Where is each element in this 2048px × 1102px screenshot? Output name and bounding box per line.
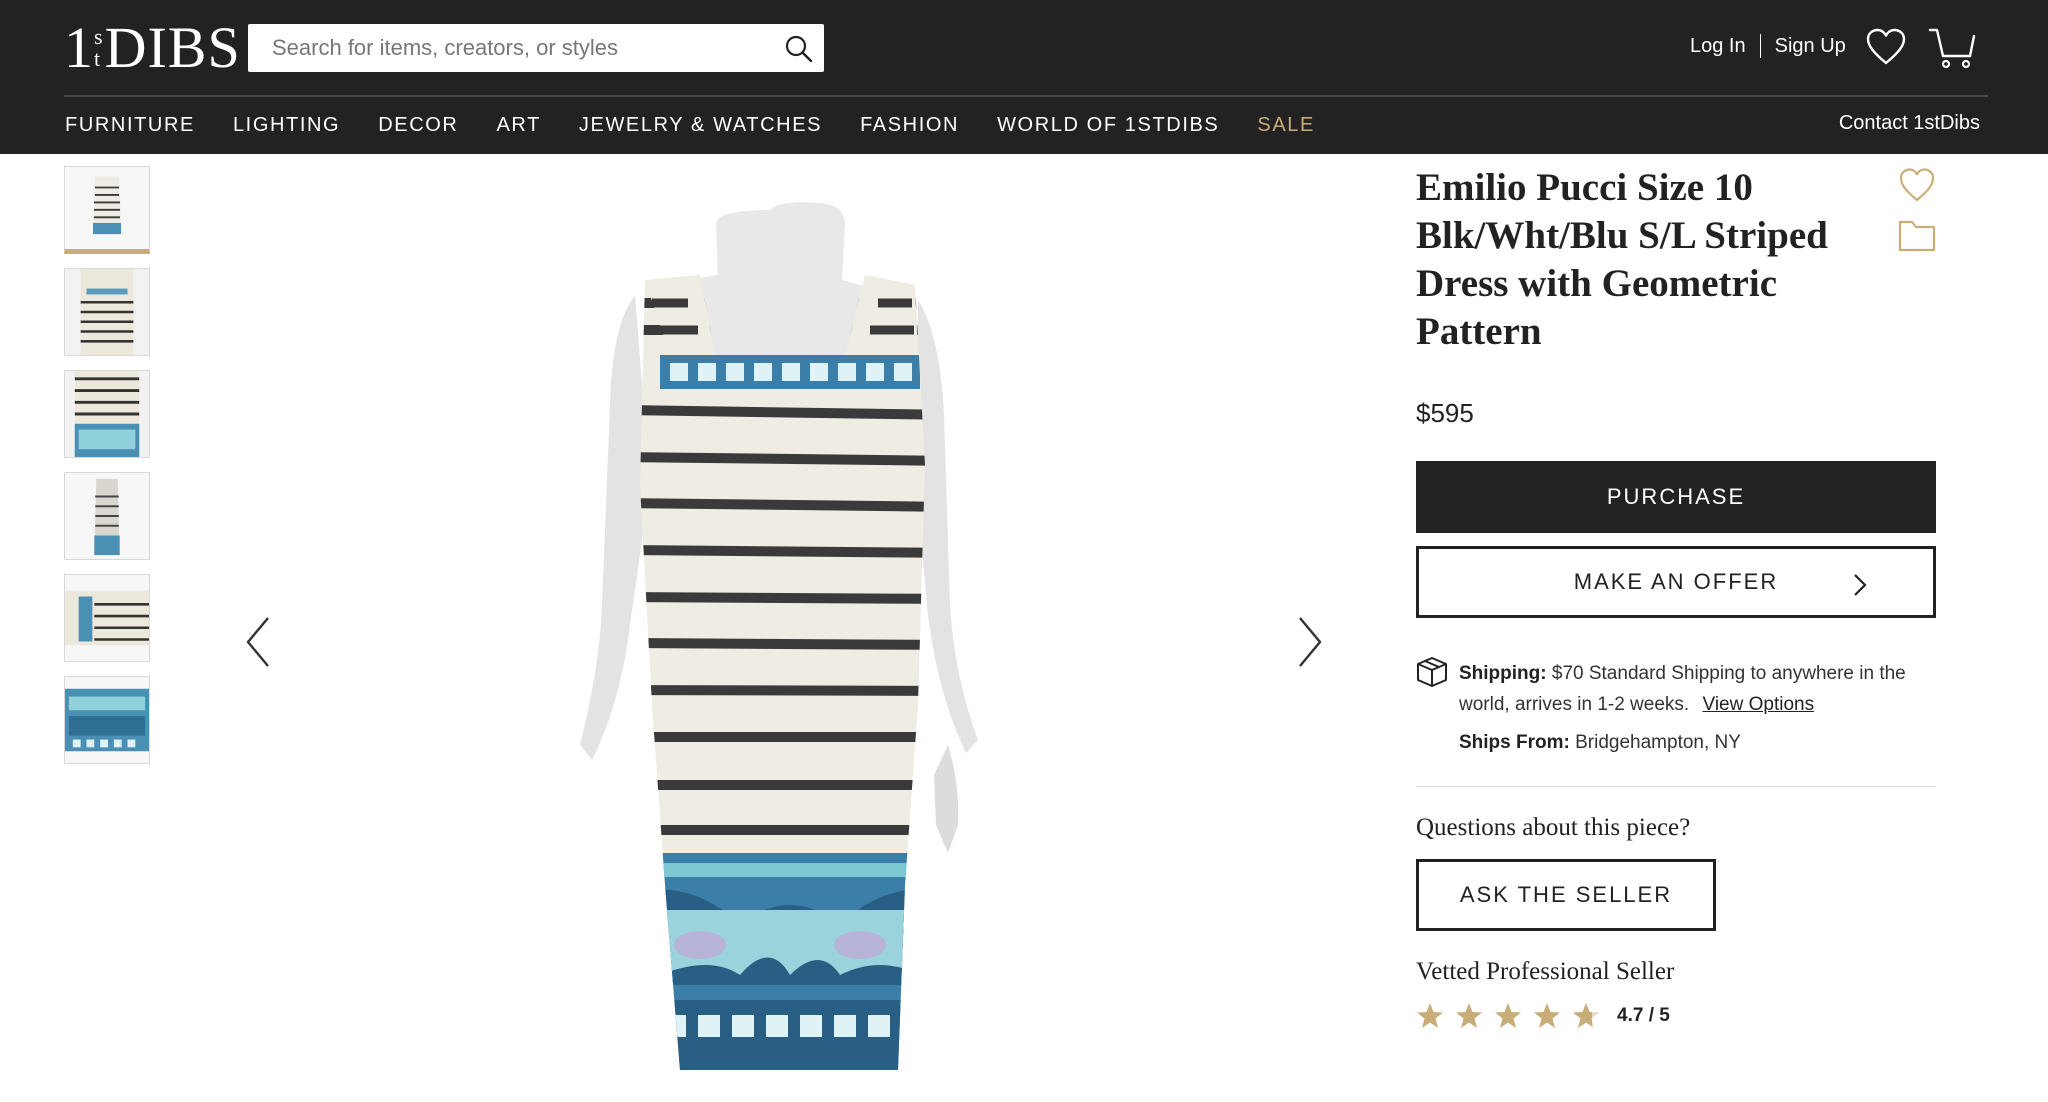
nav-world-of-1stdibs[interactable]: WORLD OF 1STDIBS — [997, 114, 1219, 137]
main-nav: FURNITURE LIGHTING DECOR ART JEWELRY & W… — [65, 112, 1353, 138]
site-logo[interactable]: 1 s t DIBS — [64, 18, 241, 78]
thumbnail-4[interactable] — [64, 472, 150, 560]
ships-from: Ships From: Bridgehampton, NY — [1459, 732, 1741, 754]
header-divider — [64, 95, 1988, 97]
auth-links: Log In Sign Up — [1690, 34, 1846, 58]
seller-rating: 4.7 / 5 — [1416, 1002, 1670, 1030]
site-header: 1 s t DIBS Log In Sign Up FURNITURE LIGH… — [0, 0, 2048, 154]
nav-jewelry-watches[interactable]: JEWELRY & WATCHES — [579, 114, 822, 137]
section-divider — [1416, 786, 1936, 787]
thumbnail-2[interactable] — [64, 268, 150, 356]
login-link[interactable]: Log In — [1690, 35, 1746, 58]
questions-heading: Questions about this piece? — [1416, 814, 1691, 841]
make-offer-button[interactable]: MAKE AN OFFER — [1416, 546, 1936, 618]
contact-link[interactable]: Contact 1stDibs — [1839, 112, 1980, 135]
chevron-right-icon — [1854, 574, 1867, 596]
cart-icon[interactable] — [1928, 26, 1976, 70]
thumbnail-5[interactable] — [64, 574, 150, 662]
ships-from-label: Ships From: — [1459, 732, 1570, 753]
thumbnail-3[interactable] — [64, 370, 150, 458]
thumbnail-1[interactable] — [64, 166, 150, 254]
logo-t: t — [94, 46, 101, 71]
logo-one: 1 — [64, 15, 93, 80]
logo-s: s — [94, 24, 103, 49]
heart-icon[interactable] — [1866, 28, 1906, 66]
favorite-heart-icon[interactable] — [1898, 166, 1936, 204]
thumbnail-image — [65, 473, 149, 559]
thumbnail-image — [65, 677, 149, 763]
shipping-info: Shipping: $70 Standard Shipping to anywh… — [1459, 658, 1939, 720]
purchase-button[interactable]: PURCHASE — [1416, 461, 1936, 533]
ask-seller-button[interactable]: ASK THE SELLER — [1416, 859, 1716, 931]
signup-link[interactable]: Sign Up — [1775, 35, 1846, 58]
view-options-link[interactable]: View Options — [1702, 694, 1814, 715]
star-icon — [1417, 1003, 1443, 1028]
thumbnail-image — [65, 371, 149, 457]
search-bar — [248, 24, 824, 72]
search-input[interactable] — [272, 26, 772, 70]
rating-text: 4.7 / 5 — [1617, 1005, 1670, 1026]
auth-separator — [1759, 34, 1761, 58]
thumbnail-strip — [64, 166, 152, 778]
product-panel: Emilio Pucci Size 10 Blk/Wht/Blu S/L Str… — [1416, 164, 1936, 356]
product-image — [580, 202, 978, 1070]
chevron-right-icon[interactable] — [1296, 616, 1324, 668]
thumbnail-image — [65, 575, 149, 661]
box-icon — [1417, 657, 1447, 687]
thumbnail-6[interactable] — [64, 676, 150, 764]
nav-sale[interactable]: SALE — [1257, 114, 1315, 137]
star-icon — [1534, 1003, 1560, 1028]
ships-from-value: Bridgehampton, NY — [1575, 732, 1741, 753]
logo-dibs: DIBS — [104, 15, 241, 80]
product-title: Emilio Pucci Size 10 Blk/Wht/Blu S/L Str… — [1416, 166, 1828, 353]
folder-icon[interactable] — [1898, 218, 1936, 252]
nav-decor[interactable]: DECOR — [378, 114, 458, 137]
thumbnail-image — [66, 167, 148, 249]
star-icon — [1456, 1003, 1482, 1028]
search-icon[interactable] — [784, 34, 814, 64]
nav-art[interactable]: ART — [496, 114, 540, 137]
nav-furniture[interactable]: FURNITURE — [65, 114, 195, 137]
product-price: $595 — [1416, 398, 1474, 428]
vetted-seller-heading: Vetted Professional Seller — [1416, 958, 1675, 985]
make-offer-label: MAKE AN OFFER — [1573, 569, 1779, 594]
nav-fashion[interactable]: FASHION — [860, 114, 959, 137]
star-icon — [1495, 1003, 1521, 1028]
partial-star-icon — [1573, 1003, 1599, 1028]
shipping-label: Shipping: — [1459, 663, 1547, 684]
thumbnail-image — [65, 269, 149, 355]
nav-lighting[interactable]: LIGHTING — [233, 114, 340, 137]
chevron-left-icon[interactable] — [244, 616, 272, 668]
